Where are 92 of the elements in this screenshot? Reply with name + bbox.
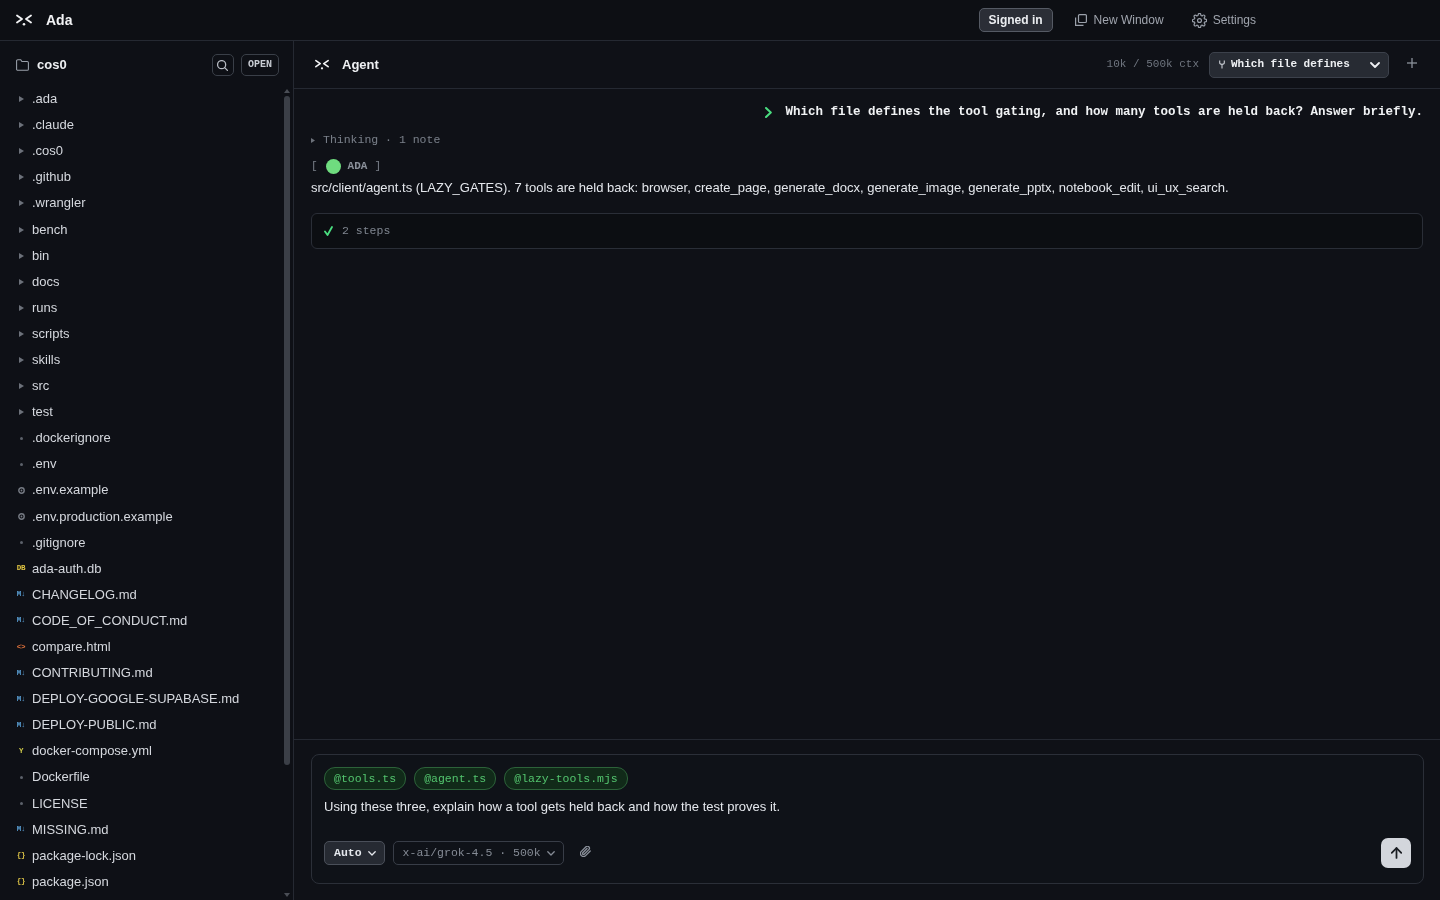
file-item[interactable]: compare.html — [32, 639, 111, 655]
bracket-text: ] — [374, 158, 382, 174]
file-item[interactable]: docker-compose.yml — [32, 743, 152, 760]
bracket-text: [ — [311, 158, 318, 174]
settings-button[interactable]: Settings — [1191, 12, 1256, 28]
thinking-toggle[interactable]: Thinking · 1 note — [311, 131, 441, 149]
ring-icon — [17, 513, 25, 521]
folder-item[interactable]: skills — [32, 352, 61, 368]
paperclip-icon[interactable] — [579, 846, 591, 857]
caret-right-icon — [18, 304, 24, 311]
file-item[interactable]: CONTRIBUTING.md — [32, 665, 153, 682]
folder-item[interactable]: .wrangler — [32, 195, 86, 212]
file-item[interactable]: CODE_OF_CONDUCT.md — [32, 612, 188, 629]
folder-item[interactable]: docs — [32, 273, 60, 290]
plus-icon[interactable] — [1407, 58, 1417, 68]
folder-item[interactable]: .github — [32, 169, 72, 186]
app-name: Ada — [46, 10, 73, 30]
file-item[interactable]: ada-auth.db — [32, 560, 102, 577]
caret-right-icon — [18, 357, 24, 363]
file-chip[interactable]: @tools.ts — [324, 767, 407, 790]
scrollbar-thumb[interactable] — [284, 96, 290, 765]
arrow-up-icon — [1390, 847, 1402, 859]
caret-right-icon — [311, 137, 315, 143]
caret-right-icon — [18, 409, 24, 416]
logo-icon — [315, 59, 329, 70]
caret-right-icon — [18, 174, 24, 181]
mode-dropdown[interactable]: Auto — [324, 841, 385, 865]
new-window-button[interactable]: New Window — [1074, 12, 1164, 28]
file-item[interactable]: .gitignore — [32, 534, 86, 551]
file-chip[interactable]: @lazy-tools.mjs — [504, 767, 628, 790]
panel-title: Agent — [342, 55, 379, 74]
folder-item[interactable]: .ada — [32, 91, 58, 108]
caret-right-icon — [18, 148, 24, 155]
folder-item[interactable]: scripts — [32, 325, 70, 342]
agent-answer: src/client/agent.ts (LAZY_GATES). 7 tools are held back: browser, create_page, generate_docx, generate_image, generate_pptx, notebook_edit, ui_ux_search. — [311, 180, 1230, 196]
caret-right-icon — [18, 383, 24, 390]
folder-item[interactable]: runs — [32, 299, 58, 316]
caret-right-icon — [18, 122, 24, 129]
send-button[interactable] — [1381, 838, 1411, 868]
file-item[interactable]: .env — [32, 456, 57, 473]
file-item[interactable]: CHANGELOG.md — [32, 586, 137, 603]
session-select[interactable]: Which file defines — [1209, 51, 1389, 78]
message-input[interactable]: Using these three, explain how a tool gets held back and how the test proves it. — [324, 798, 1411, 816]
folder-item[interactable]: bin — [32, 247, 50, 264]
caret-right-icon — [18, 226, 24, 233]
agent-name: ADA — [347, 158, 368, 174]
file-item[interactable]: DEPLOY-PUBLIC.md — [32, 717, 157, 734]
folder-item[interactable]: .cos0 — [32, 143, 64, 160]
dot-icon — [19, 436, 23, 440]
file-item[interactable]: LICENSE — [32, 795, 88, 812]
file-item[interactable]: .dockerignore — [32, 430, 111, 447]
model-dropdown[interactable]: x-ai/grok-4.5 · 500k — [392, 841, 564, 865]
file-item[interactable]: package-lock.json — [32, 847, 137, 864]
folder-item[interactable]: test — [32, 404, 53, 421]
folder-item[interactable]: src — [32, 378, 50, 395]
chevron-down-icon — [367, 850, 376, 856]
file-item[interactable]: Dockerfile — [32, 769, 90, 786]
chevron-down-icon — [1370, 61, 1380, 68]
user-message: Which file defines the tool gating, and how many tools are held back? Answer briefly. — [785, 104, 1423, 121]
caret-right-icon — [18, 200, 24, 207]
logo-icon — [16, 14, 32, 26]
file-item[interactable]: .env.production.example — [32, 508, 173, 525]
gear-icon — [1191, 12, 1207, 28]
chevron-down-icon — [546, 850, 555, 856]
status-dot-icon — [325, 158, 341, 174]
caret-right-icon — [18, 278, 24, 285]
steps-toggle[interactable]: 2 steps — [311, 213, 1423, 249]
caret-right-icon — [18, 252, 24, 259]
windows-icon — [1074, 14, 1087, 26]
chevron-right-icon — [765, 106, 773, 118]
fork-icon — [1219, 60, 1225, 69]
file-item[interactable]: .env.example — [32, 482, 109, 499]
search-icon — [217, 59, 229, 71]
file-item[interactable]: DEPLOY-GOOGLE-SUPABASE.md — [32, 691, 240, 708]
caret-right-icon — [18, 330, 24, 337]
folder-item[interactable]: .claude — [32, 117, 74, 134]
caret-right-icon — [18, 96, 24, 103]
dot-icon — [19, 802, 23, 806]
folder-icon — [16, 59, 29, 71]
file-chip[interactable]: @agent.ts — [414, 767, 497, 790]
open-button[interactable]: OPEN — [241, 54, 279, 76]
ring-icon — [17, 486, 25, 494]
context-usage: 10k / 500k ctx — [1106, 57, 1199, 73]
dot-icon — [19, 541, 23, 545]
dot-icon — [19, 776, 23, 779]
file-item[interactable]: package.json — [32, 873, 109, 890]
folder-name: cos0 — [37, 56, 67, 75]
search-button[interactable] — [212, 54, 234, 76]
file-item[interactable]: MISSING.md — [32, 821, 109, 838]
signed-in-button[interactable]: Signed in — [978, 8, 1053, 32]
folder-item[interactable]: bench — [32, 221, 68, 238]
dot-icon — [19, 462, 23, 466]
